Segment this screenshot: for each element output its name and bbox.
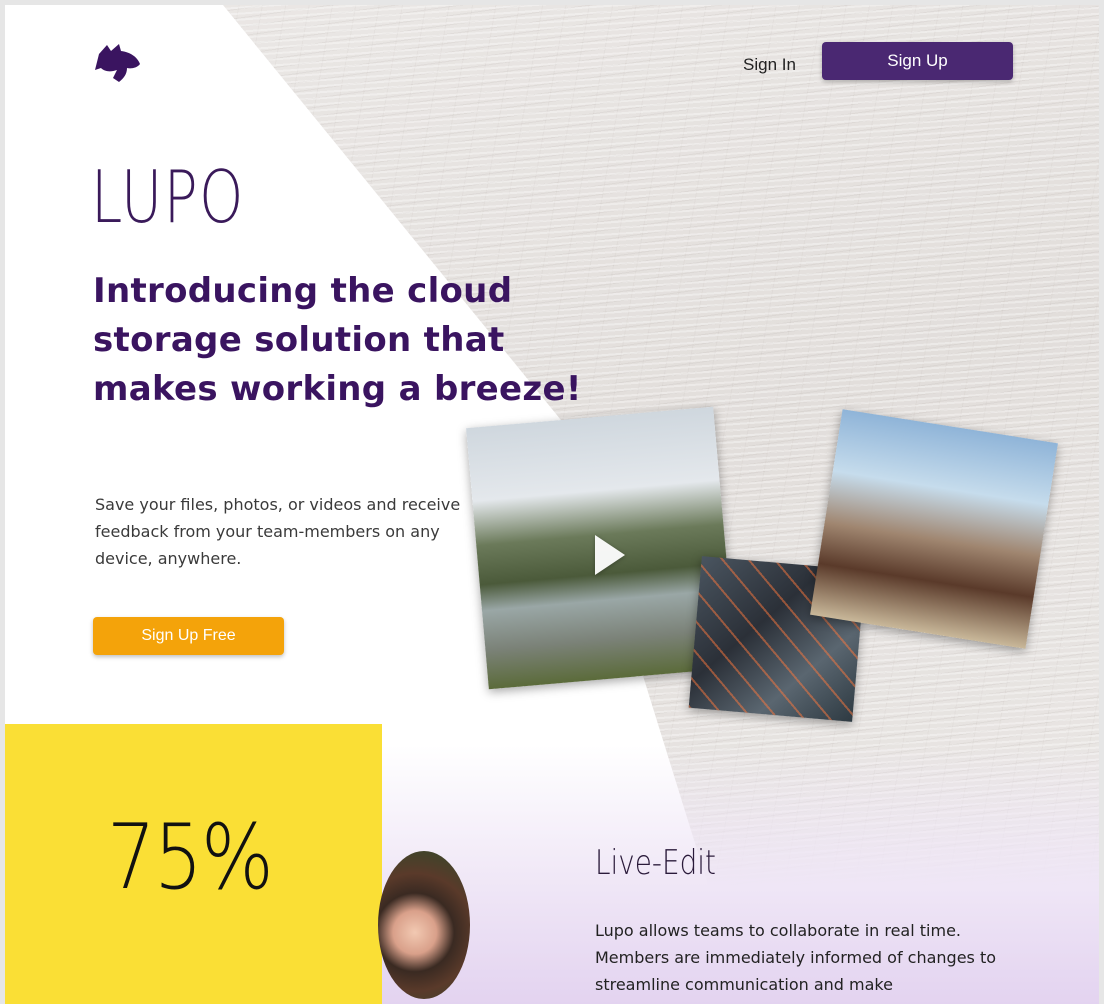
hero-headline: Introducing the cloud storage solution t…: [93, 271, 582, 409]
user-avatar: [378, 851, 470, 999]
play-icon[interactable]: [595, 535, 625, 575]
feature-description: Lupo allows teams to collaborate in real…: [595, 921, 997, 994]
brand-title: LUPO: [91, 155, 245, 239]
landing-page: Sign In Sign Up LUPO Introducing the clo…: [5, 5, 1099, 1004]
sign-in-link[interactable]: Sign In: [743, 55, 796, 75]
sign-up-free-button[interactable]: Sign Up Free: [93, 617, 284, 655]
feature-title: Live-Edit: [595, 843, 716, 883]
hero-subtext: Save your files, photos, or videos and r…: [95, 495, 461, 568]
sign-up-button[interactable]: Sign Up: [822, 42, 1013, 80]
horse-head-logo[interactable]: [93, 42, 143, 86]
stat-value: 75%: [107, 805, 274, 910]
friends-photo: [810, 409, 1058, 649]
